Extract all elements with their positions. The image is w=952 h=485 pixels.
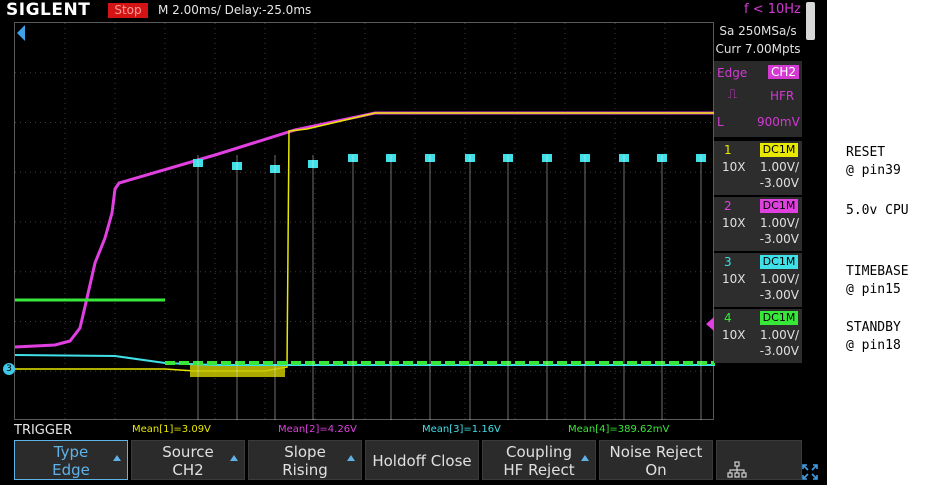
trigger-position-icon[interactable] [17,25,25,41]
memory-depth: Curr 7.00Mpts [715,42,801,56]
channel-number: 2 [724,199,732,213]
annotation-timebase: TIMEBASE @ pin15 [846,264,909,297]
network-icon[interactable] [716,440,802,480]
channel-scale: 1.00V/ [760,328,799,342]
channel-probe: 10X [722,216,746,230]
channel-offset: -3.00V [759,288,799,302]
channel-coupling: DC1M [760,311,798,325]
channel-probe: 10X [722,160,746,174]
measurement-ch3: Mean[3]=1.16V [422,424,501,435]
channel-probe: 10X [722,272,746,286]
bottom-bar: TRIGGER Mean[1]=3.09V Mean[2]=4.26V Mean… [0,420,827,485]
acquisition-panel: Sa 250MSa/s Curr 7.00Mpts [714,22,802,58]
oscilloscope-screen: SIGLENT Stop M 2.00ms/ Delay:-25.0ms f <… [0,0,827,485]
channel-scale: 1.00V/ [760,272,799,286]
timebase-readout[interactable]: M 2.00ms/ Delay:-25.0ms [158,3,311,17]
channel-offset: -3.00V [759,232,799,246]
channel-scale: 1.00V/ [760,216,799,230]
ch1-waveform [15,112,715,372]
channel-coupling: DC1M [760,199,798,213]
rising-edge-icon: ⎍ [728,87,738,102]
channel-level-marker-icon[interactable] [706,317,714,331]
channel-coupling: DC1M [760,255,798,269]
channel-1-panel[interactable]: 1 DC1M 10X 1.00V/ -3.00V [714,141,802,195]
channel-number: 4 [724,311,732,325]
trigger-level-label: L [717,115,724,129]
run-state-badge[interactable]: Stop [108,3,148,18]
channel-offset: -3.00V [759,344,799,358]
menu-title: TRIGGER [14,423,73,438]
annotation-cpu: 5.0v CPU [846,203,909,218]
trigger-info-panel[interactable]: Edge CH2 ⎍ HFR L 900mV [714,61,802,137]
measurement-ch4: Mean[4]=389.62mV [568,424,670,435]
channel-3-panel[interactable]: 3 DC1M 10X 1.00V/ -3.00V [714,253,802,307]
trigger-type-label: Edge [717,66,748,80]
channel-4-panel[interactable]: 4 DC1M 10X 1.00V/ -3.00V [714,309,802,363]
channel-2-panel[interactable]: 2 DC1M 10X 1.00V/ -3.00V [714,197,802,251]
trigger-source-badge: CH2 [768,65,800,79]
frequency-readout: f < 10Hz [744,2,801,17]
waveform-display: 3 [3,22,715,421]
channel-number: 3 [724,255,732,269]
brand-logo: SIGLENT [6,0,91,20]
channel-probe: 10X [722,328,746,342]
chevron-up-icon [230,455,238,461]
ch1-noise-band [190,365,285,377]
softkey-slope[interactable]: Slope Rising [248,440,362,480]
ground-marker[interactable]: 3 [3,363,15,375]
channel-offset: -3.00V [759,176,799,190]
channel-number: 1 [724,143,732,157]
softkey-type[interactable]: Type Edge [14,440,128,480]
trigger-level: 900mV [757,115,800,129]
chevron-up-icon [347,455,355,461]
channel-coupling: DC1M [760,143,798,157]
chevron-up-icon [581,455,589,461]
ch3-pulses [193,154,706,173]
softkey-holdoff[interactable]: Holdoff Close [365,440,479,480]
channel-scale: 1.00V/ [760,160,799,174]
chevron-up-icon [113,455,121,461]
measurement-ch1: Mean[1]=3.09V [132,424,211,435]
sample-rate: Sa 250MSa/s [719,24,797,38]
annotation-reset: RESET @ pin39 [846,145,901,178]
annotation-standby: STANDBY @ pin18 [846,320,901,353]
softkey-noise-reject[interactable]: Noise Reject On [599,440,713,480]
trigger-coupling: HFR [770,89,795,103]
measurement-ch2: Mean[2]=4.26V [278,424,357,435]
fullscreen-icon[interactable] [802,464,818,480]
top-status-bar: SIGLENT Stop M 2.00ms/ Delay:-25.0ms f <… [0,0,827,40]
softkey-source[interactable]: Source CH2 [131,440,245,480]
menu-scrollbar[interactable] [806,2,815,40]
softkey-coupling[interactable]: Coupling HF Reject [482,440,596,480]
